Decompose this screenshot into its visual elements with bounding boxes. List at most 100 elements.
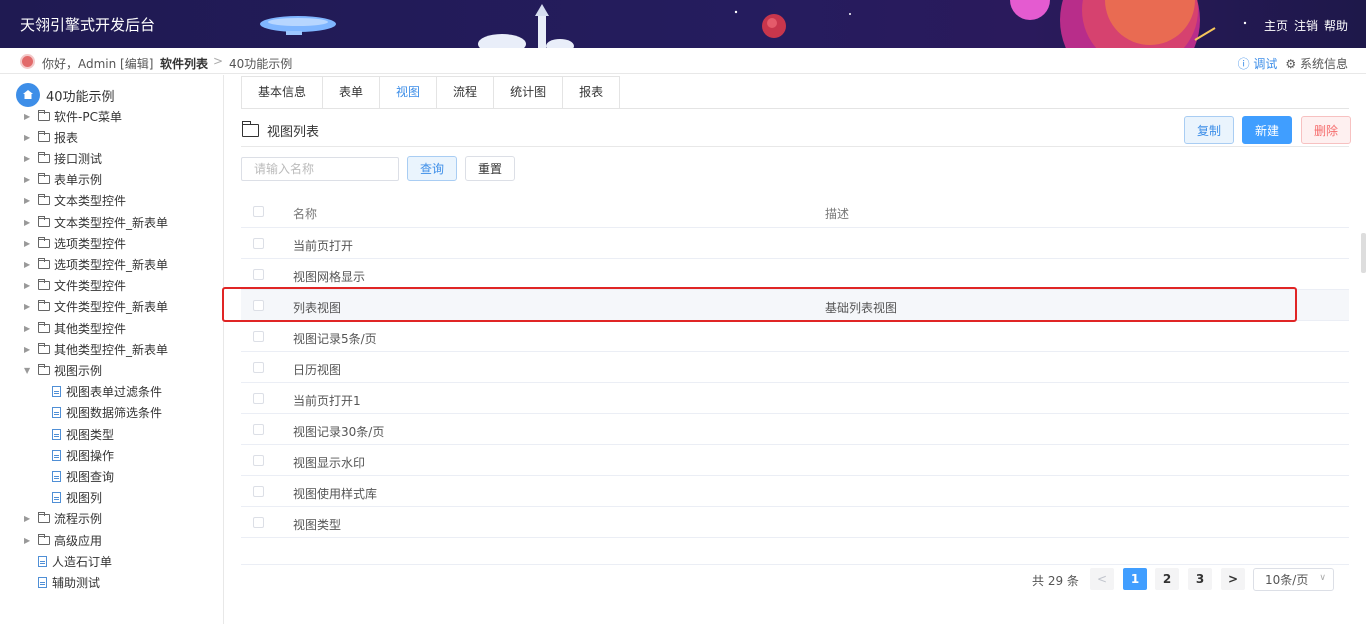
sidebar-item-label: 视图操作 <box>66 448 115 463</box>
sidebar-item-label: 人造石订单 <box>52 554 113 569</box>
caret-right-icon[interactable]: ▶ <box>24 260 34 269</box>
sidebar-item[interactable]: ▶ 接口测试 <box>24 149 102 167</box>
caret-right-icon[interactable]: ▶ <box>24 175 34 184</box>
logout-link[interactable]: 注销 <box>1294 17 1318 34</box>
prev-page-button[interactable]: < <box>1090 568 1114 590</box>
row-checkbox[interactable] <box>253 393 264 404</box>
sidebar-item[interactable]: 视图类型 <box>52 425 114 443</box>
row-checkbox[interactable] <box>253 362 264 373</box>
row-checkbox[interactable] <box>253 486 264 497</box>
search-input[interactable] <box>241 157 399 181</box>
caret-right-icon[interactable]: ▶ <box>24 514 34 523</box>
tab-form[interactable]: 表单 <box>323 77 381 108</box>
document-icon <box>52 449 61 461</box>
sidebar-item[interactable]: ▶ 软件-PC菜单 <box>24 107 122 125</box>
sidebar-item[interactable]: ▶ 选项类型控件_新表单 <box>24 255 168 273</box>
cell-name: 视图类型 <box>293 518 342 532</box>
sidebar-item[interactable]: ▶ 其他类型控件_新表单 <box>24 340 168 358</box>
sidebar-item[interactable]: 人造石订单 <box>38 552 112 570</box>
caret-right-icon[interactable]: ▶ <box>24 196 34 205</box>
app-brand: 天翎引擎式开发后台 <box>20 16 156 34</box>
table-row[interactable]: 视图记录30条/页 <box>241 414 1349 445</box>
sidebar-item[interactable]: ▼ 视图示例 <box>24 361 102 379</box>
debug-link[interactable]: ⓘ 调试 <box>1238 55 1278 72</box>
cell-name: 视图记录5条/页 <box>293 332 377 346</box>
page-1-button[interactable]: 1 <box>1123 568 1147 590</box>
sidebar-item[interactable]: 视图操作 <box>52 446 114 464</box>
copy-button[interactable]: 复制 <box>1184 116 1234 144</box>
caret-right-icon[interactable]: ▶ <box>24 536 34 545</box>
page-size-select[interactable]: 10条/页 ∨ <box>1253 568 1334 591</box>
help-link[interactable]: 帮助 <box>1324 17 1348 34</box>
tab-chart[interactable]: 统计图 <box>494 77 564 108</box>
tab-view[interactable]: 视图 <box>380 77 438 108</box>
sidebar-item[interactable]: ▶ 报表 <box>24 128 78 146</box>
sidebar-item-label: 选项类型控件 <box>54 236 127 251</box>
table-row[interactable]: 视图使用样式库 <box>241 476 1349 507</box>
tab-divider <box>241 108 1349 109</box>
tab-report[interactable]: 报表 <box>563 77 620 108</box>
scrollbar-thumb[interactable] <box>1361 233 1366 273</box>
user-greeting[interactable]: 你好，Admin [编辑] <box>42 55 153 72</box>
table-row[interactable]: 视图显示水印 <box>241 445 1349 476</box>
row-checkbox[interactable] <box>253 455 264 466</box>
table-row[interactable]: 视图网格显示 <box>241 259 1349 290</box>
tab-flow[interactable]: 流程 <box>437 77 495 108</box>
sidebar-item[interactable]: ▶ 表单示例 <box>24 171 102 189</box>
page-2-button[interactable]: 2 <box>1155 568 1179 590</box>
tab-basic-info[interactable]: 基本信息 <box>242 77 324 108</box>
table-row[interactable]: 当前页打开1 <box>241 383 1349 414</box>
breadcrumb: 你好，Admin [编辑] 软件列表 > 40功能示例 ⓘ 调试 ⚙ 系统信息 <box>0 48 1366 74</box>
table-row[interactable]: 视图类型 <box>241 507 1349 538</box>
sidebar-item[interactable]: 视图查询 <box>52 467 114 485</box>
row-checkbox[interactable] <box>253 238 264 249</box>
caret-right-icon[interactable]: ▶ <box>24 154 34 163</box>
sidebar-item[interactable]: ▶ 文件类型控件_新表单 <box>24 298 168 316</box>
sidebar-item[interactable]: ▶ 其他类型控件 <box>24 319 126 337</box>
sidebar-item[interactable]: ▶ 高级应用 <box>24 531 102 549</box>
breadcrumb-app-link[interactable]: 软件列表 <box>160 55 208 72</box>
select-all-checkbox[interactable] <box>253 206 264 217</box>
new-button[interactable]: 新建 <box>1242 116 1292 144</box>
sidebar-item[interactable]: 视图表单过滤条件 <box>52 383 162 401</box>
sidebar-item[interactable]: ▶ 文本类型控件 <box>24 192 126 210</box>
folder-icon <box>38 130 50 142</box>
tree-root[interactable]: 40功能示例 <box>16 83 115 107</box>
delete-button[interactable]: 删除 <box>1301 116 1351 144</box>
sidebar-item[interactable]: ▶ 文本类型控件_新表单 <box>24 213 168 231</box>
caret-down-icon[interactable]: ▼ <box>24 366 34 375</box>
caret-right-icon[interactable]: ▶ <box>24 345 34 354</box>
table-row[interactable]: 日历视图 <box>241 352 1349 383</box>
sidebar-item[interactable]: ▶ 选项类型控件 <box>24 234 126 252</box>
caret-right-icon[interactable]: ▶ <box>24 239 34 248</box>
sidebar-item[interactable]: ▶ 流程示例 <box>24 510 102 528</box>
reset-button[interactable]: 重置 <box>465 156 515 181</box>
caret-right-icon[interactable]: ▶ <box>24 112 34 121</box>
caret-right-icon[interactable]: ▶ <box>24 133 34 142</box>
next-page-button[interactable]: > <box>1221 568 1245 590</box>
sidebar-item[interactable]: 视图列 <box>52 489 102 507</box>
folder-icon <box>38 342 50 354</box>
sidebar-item[interactable]: 视图数据筛选条件 <box>52 404 162 422</box>
caret-right-icon[interactable]: ▶ <box>24 302 34 311</box>
system-info-link[interactable]: ⚙ 系统信息 <box>1285 55 1348 72</box>
caret-right-icon[interactable]: ▶ <box>24 218 34 227</box>
sidebar-item[interactable]: 辅助测试 <box>38 573 100 591</box>
page-3-button[interactable]: 3 <box>1188 568 1212 590</box>
sidebar-item[interactable]: ▶ 文件类型控件 <box>24 277 126 295</box>
page-size-value: 10条/页 <box>1265 573 1309 587</box>
row-checkbox[interactable] <box>253 517 264 528</box>
table-row[interactable]: 当前页打开 <box>241 228 1349 259</box>
caret-right-icon[interactable]: ▶ <box>24 281 34 290</box>
sidebar-item-label: 辅助测试 <box>52 575 101 590</box>
chevron-right-icon: > <box>213 54 224 68</box>
query-button[interactable]: 查询 <box>407 156 457 181</box>
row-checkbox[interactable] <box>253 269 264 280</box>
table-row[interactable]: 视图记录5条/页 <box>241 321 1349 352</box>
caret-right-icon[interactable]: ▶ <box>24 324 34 333</box>
row-checkbox[interactable] <box>253 331 264 342</box>
row-checkbox[interactable] <box>253 300 264 311</box>
home-link[interactable]: 主页 <box>1264 17 1288 34</box>
row-checkbox[interactable] <box>253 424 264 435</box>
table-row[interactable]: 列表视图 基础列表视图 <box>241 290 1349 321</box>
